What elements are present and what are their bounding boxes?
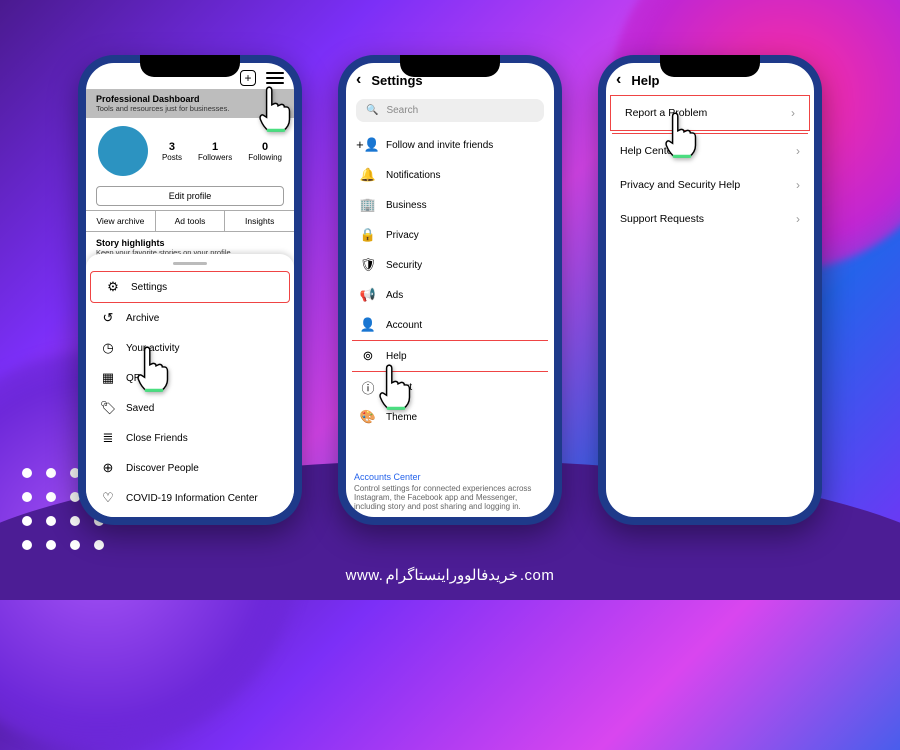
- phone-notch: [400, 55, 500, 77]
- clock-icon: ↺: [100, 310, 116, 326]
- sheet-item-archive[interactable]: ↺Archive: [86, 303, 294, 333]
- highlights-title: Story highlights: [96, 238, 284, 248]
- avatar[interactable]: [98, 126, 148, 176]
- menu-icon[interactable]: [266, 72, 284, 84]
- dashboard-sub: Tools and resources just for businesses.: [96, 104, 284, 113]
- person-plus-icon: +👤: [360, 137, 376, 153]
- gear-icon: ⚙: [105, 279, 121, 295]
- accounts-center[interactable]: Accounts Center Control settings for con…: [354, 472, 546, 511]
- settings-item-follow[interactable]: +👤Follow and invite friends: [346, 130, 554, 160]
- settings-item-about[interactable]: ⓘAbout: [346, 372, 554, 402]
- search-icon: 🔍: [366, 105, 378, 116]
- lock-icon: 🔒: [360, 227, 376, 243]
- add-post-icon[interactable]: +: [240, 70, 256, 86]
- stat-posts[interactable]: 3Posts: [162, 141, 182, 162]
- phone-settings: ‹Settings 🔍Search +👤Follow and invite fr…: [338, 55, 562, 525]
- dashboard-title: Professional Dashboard: [96, 94, 284, 104]
- sheet-item-saved[interactable]: 🏷Saved: [86, 393, 294, 423]
- megaphone-icon: 📢: [360, 287, 376, 303]
- help-item-center[interactable]: Help Center›: [606, 134, 814, 168]
- sheet-item-close-friends[interactable]: ≣Close Friends: [86, 423, 294, 453]
- phone-help: ‹ Help Report a Problem› Help Center› Pri…: [598, 55, 822, 525]
- lifebuoy-icon: ⊚: [360, 348, 376, 364]
- watermark: www.خریدفالووراینستاگرام.com: [346, 566, 555, 584]
- sheet-item-covid[interactable]: ♡COVID-19 Information Center: [86, 483, 294, 513]
- sheet-item-discover[interactable]: ⊕Discover People: [86, 453, 294, 483]
- phone-profile: + Professional Dashboard Tools and resou…: [78, 55, 302, 525]
- person-icon: 👤: [360, 317, 376, 333]
- heart-icon: ♡: [100, 490, 116, 506]
- chevron-right-icon: ›: [791, 106, 795, 120]
- chevron-right-icon: ›: [796, 144, 800, 158]
- page-title: Help: [631, 73, 659, 88]
- stat-following[interactable]: 0Following: [248, 141, 282, 162]
- settings-item-security[interactable]: 🛡Security: [346, 250, 554, 280]
- settings-item-privacy[interactable]: 🔒Privacy: [346, 220, 554, 250]
- back-icon[interactable]: ‹: [616, 71, 621, 89]
- sheet-item-activity[interactable]: ◷Your activity: [86, 333, 294, 363]
- stat-followers[interactable]: 1Followers: [198, 141, 232, 162]
- phone-notch: [660, 55, 760, 77]
- sheet-item-settings[interactable]: ⚙Settings: [90, 271, 290, 303]
- help-item-privacy[interactable]: Privacy and Security Help›: [606, 168, 814, 202]
- phone-notch: [140, 55, 240, 77]
- shield-icon: 🛡: [360, 257, 376, 273]
- bell-icon: 🔔: [360, 167, 376, 183]
- settings-item-business[interactable]: 🏢Business: [346, 190, 554, 220]
- settings-item-ads[interactable]: 📢Ads: [346, 280, 554, 310]
- chevron-right-icon: ›: [796, 212, 800, 226]
- sheet-handle[interactable]: [173, 262, 207, 265]
- settings-item-theme[interactable]: 🎨Theme: [346, 402, 554, 432]
- palette-icon: 🎨: [360, 409, 376, 425]
- sheet-item-qr[interactable]: ▦QR code: [86, 363, 294, 393]
- edit-profile-button[interactable]: Edit profile: [96, 186, 284, 206]
- tab-archive[interactable]: View archive: [86, 210, 155, 232]
- settings-item-account[interactable]: 👤Account: [346, 310, 554, 340]
- info-icon: ⓘ: [360, 379, 376, 395]
- help-item-report[interactable]: Report a Problem›: [611, 96, 809, 130]
- settings-item-notifications[interactable]: 🔔Notifications: [346, 160, 554, 190]
- person-plus-icon: ⊕: [100, 460, 116, 476]
- qr-icon: ▦: [100, 370, 116, 386]
- search-input[interactable]: 🔍Search: [356, 99, 544, 122]
- help-item-support[interactable]: Support Requests›: [606, 202, 814, 236]
- back-icon[interactable]: ‹: [356, 71, 361, 89]
- briefcase-icon: 🏢: [360, 197, 376, 213]
- chevron-right-icon: ›: [796, 178, 800, 192]
- menu-sheet: ⚙Settings ↺Archive ◷Your activity ▦QR co…: [86, 254, 294, 517]
- tab-insights[interactable]: Insights: [224, 210, 294, 232]
- settings-item-help[interactable]: ⊚Help: [346, 341, 554, 371]
- list-icon: ≣: [100, 430, 116, 446]
- bookmark-icon: 🏷: [100, 400, 116, 416]
- tab-adtools[interactable]: Ad tools: [155, 210, 225, 232]
- activity-icon: ◷: [100, 340, 116, 356]
